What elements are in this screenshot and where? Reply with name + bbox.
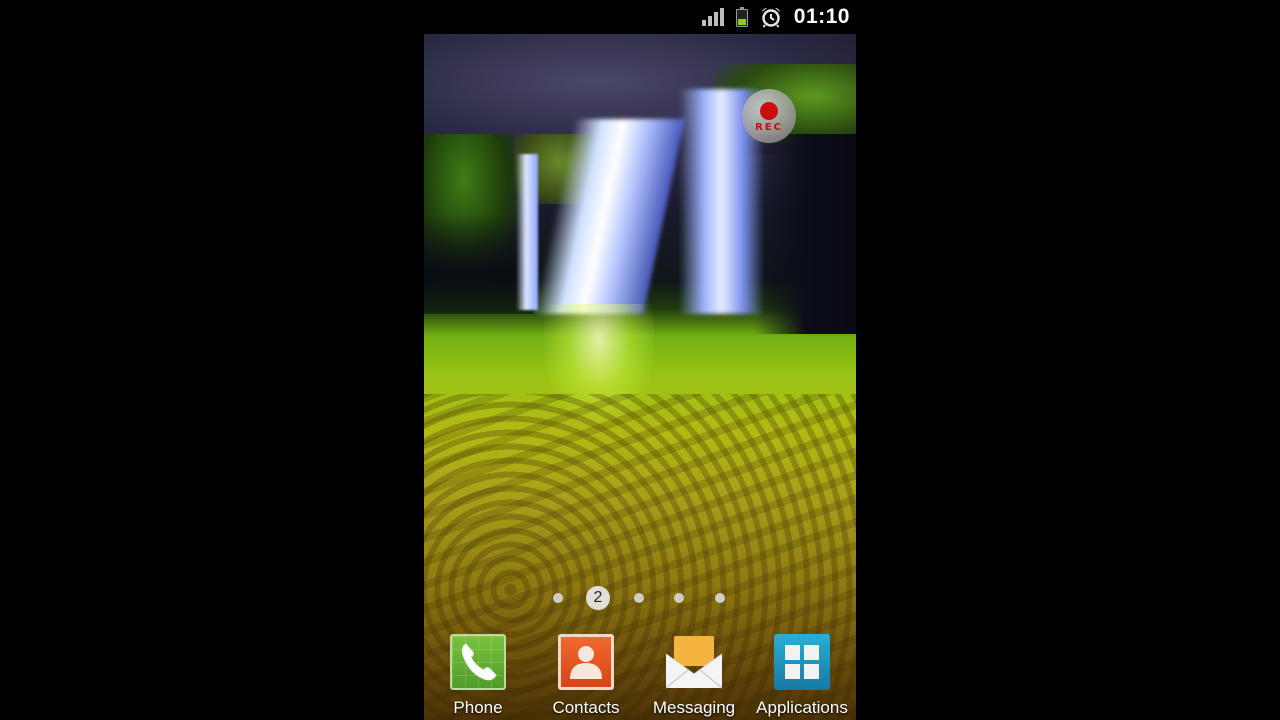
wallpaper-waterfall [516, 154, 538, 310]
messaging-icon [666, 634, 722, 690]
record-label: REC [755, 122, 783, 133]
dock-label: Messaging [652, 698, 736, 717]
alarm-clock-icon [761, 7, 780, 28]
signal-bars-icon [701, 8, 724, 26]
contacts-icon [558, 634, 614, 690]
page-dot-4[interactable] [674, 593, 684, 603]
dock-item-messaging[interactable]: Messaging [640, 632, 748, 720]
phone-icon [450, 634, 506, 690]
battery-level [737, 19, 746, 25]
apps-grid-icon [774, 634, 830, 690]
record-button[interactable]: REC [742, 89, 796, 143]
page-dot-current[interactable]: 2 [586, 586, 610, 610]
page-dot-3[interactable] [634, 593, 644, 603]
status-bar: 01:10 [424, 0, 856, 34]
dock-label: Applications [756, 698, 848, 717]
status-icons: 01:10 [701, 4, 850, 30]
wallpaper[interactable] [424, 34, 856, 720]
clock: 01:10 [793, 5, 850, 28]
dock-item-contacts[interactable]: Contacts [532, 632, 640, 720]
page-indicator: 2 [424, 586, 856, 610]
page-dot-1[interactable] [553, 593, 563, 603]
dock-item-phone[interactable]: Phone [424, 632, 532, 720]
dock-label: Contacts [552, 698, 620, 717]
phone-screen: 01:10 REC 2 Phone Contacts Messaging App… [424, 0, 856, 720]
battery-icon [735, 7, 748, 27]
wallpaper-shadow [754, 134, 856, 334]
record-icon [760, 102, 778, 120]
page-dot-5[interactable] [715, 593, 725, 603]
dock-label: Phone [453, 698, 503, 717]
dock-item-applications[interactable]: Applications [748, 632, 856, 720]
dock: Phone Contacts Messaging Applications [424, 632, 856, 720]
